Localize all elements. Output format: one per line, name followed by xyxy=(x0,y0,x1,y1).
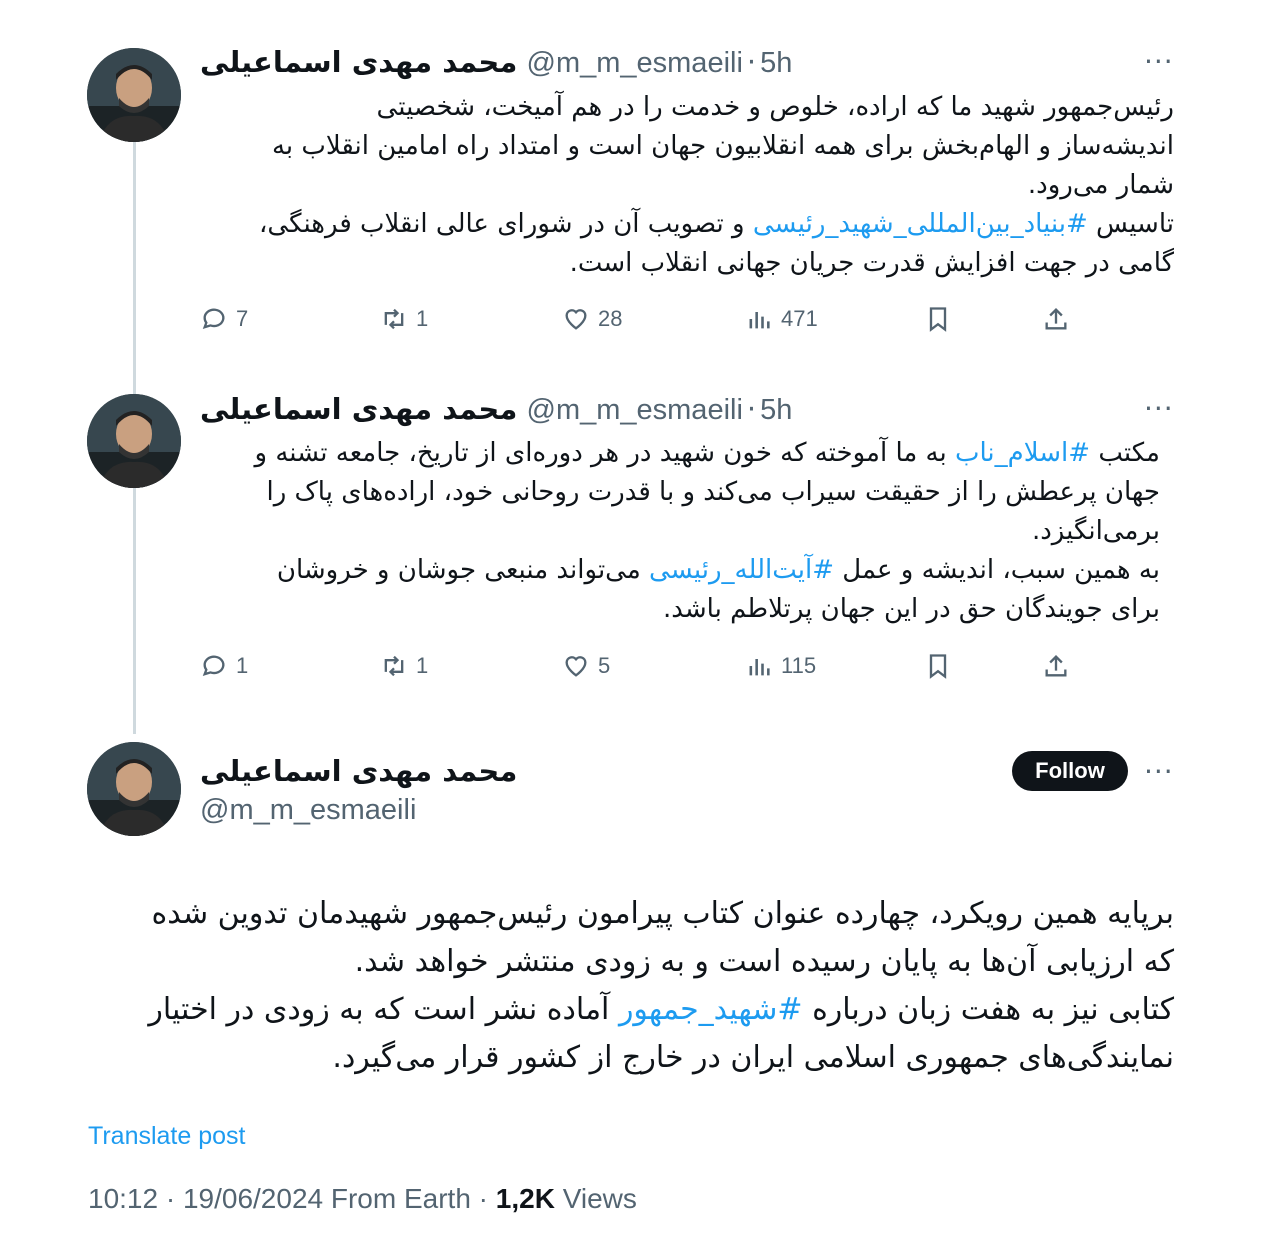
tweet-text: رئیس‌جمهور شهید ما که اراده، خلوص و خدمت… xyxy=(174,88,1174,283)
tweet-header: محمد مهدی اسماعیلی @m_m_esmaeili · 5h xyxy=(200,44,792,81)
like-icon xyxy=(565,656,587,677)
follow-button[interactable]: Follow xyxy=(1012,751,1128,791)
main-tweet-handle[interactable]: @m_m_esmaeili xyxy=(200,791,416,828)
like-count: 5 xyxy=(598,653,611,678)
reply-icon xyxy=(202,655,225,676)
views-count: 115 xyxy=(781,653,817,678)
avatar[interactable] xyxy=(87,742,181,836)
timestamp[interactable]: 10:12 · 19/06/2024 From Earth · xyxy=(88,1183,496,1214)
hashtag-link[interactable]: #شهید_جمهور xyxy=(619,992,803,1027)
main-tweet-name[interactable]: محمد مهدی اسماعیلی xyxy=(200,753,517,789)
more-icon[interactable]: ··· xyxy=(1144,395,1174,423)
tweet-text-part: مکتب xyxy=(1090,438,1160,468)
hashtag-link[interactable]: #بنیاد_بین‌المللی_شهید_رئیسی xyxy=(753,209,1088,239)
translate-post-link[interactable]: Translate post xyxy=(88,1122,245,1151)
views-button[interactable]: 471 xyxy=(745,305,818,333)
repost-icon xyxy=(384,308,404,330)
like-button[interactable]: 28 xyxy=(562,305,622,333)
share-icon xyxy=(1045,655,1067,677)
more-icon[interactable]: ··· xyxy=(1144,48,1174,76)
tweet-header: محمد مهدی اسماعیلی @m_m_esmaeili · 5h xyxy=(200,391,792,428)
views-button[interactable]: 115 xyxy=(745,652,816,680)
reply-count: 7 xyxy=(236,306,249,331)
views-total: 1,2K xyxy=(495,1183,555,1214)
reply-button[interactable]: 7 xyxy=(200,305,248,333)
like-button[interactable]: 5 xyxy=(562,652,610,680)
hashtag-link[interactable]: #آیت‌الله_رئیسی xyxy=(649,555,834,585)
repost-count: 1 xyxy=(416,306,429,331)
user-handle[interactable]: @m_m_esmaeili xyxy=(527,394,743,426)
repost-button[interactable]: 1 xyxy=(380,305,428,333)
hashtag-link[interactable]: #اسلام_ناب xyxy=(955,438,1090,468)
share-button[interactable] xyxy=(1042,652,1070,680)
like-icon xyxy=(565,309,587,330)
bookmark-icon xyxy=(929,654,947,679)
like-count: 28 xyxy=(598,306,623,331)
repost-icon xyxy=(384,655,404,677)
avatar[interactable] xyxy=(87,48,181,142)
views-icon xyxy=(749,659,770,676)
views-icon xyxy=(749,312,770,329)
share-button[interactable] xyxy=(1042,305,1070,333)
tweet-time[interactable]: 5h xyxy=(760,47,792,79)
user-handle[interactable]: @m_m_esmaeili xyxy=(200,794,416,826)
user-handle[interactable]: @m_m_esmaeili xyxy=(527,47,743,79)
separator-dot: · xyxy=(746,392,757,426)
tweet-time[interactable]: 5h xyxy=(760,394,792,426)
separator-dot: · xyxy=(746,45,757,79)
share-icon xyxy=(1045,308,1067,330)
views-label: Views xyxy=(554,1183,637,1214)
display-name[interactable]: محمد مهدی اسماعیلی xyxy=(200,754,517,788)
display-name[interactable]: محمد مهدی اسماعیلی xyxy=(200,45,517,79)
tweet-meta: 10:12 · 19/06/2024 From Earth · 1,2K Vie… xyxy=(88,1183,637,1215)
tweet-text: برپایه همین رویکرد، چهارده عنوان کتاب پی… xyxy=(84,890,1174,1082)
display-name[interactable]: محمد مهدی اسماعیلی xyxy=(200,392,517,426)
more-icon[interactable]: ··· xyxy=(1144,758,1174,786)
repost-count: 1 xyxy=(416,653,429,678)
bookmark-icon xyxy=(929,307,947,332)
tweet-actions: 7 1 28 471 xyxy=(200,305,1080,345)
reply-count: 1 xyxy=(236,653,249,678)
bookmark-button[interactable] xyxy=(924,652,952,680)
bookmark-button[interactable] xyxy=(924,305,952,333)
reply-icon xyxy=(202,308,225,329)
reply-button[interactable]: 1 xyxy=(200,652,248,680)
tweet-text: مکتب #اسلام_ناب به ما آموخته که خون شهید… xyxy=(160,434,1161,629)
repost-button[interactable]: 1 xyxy=(380,652,428,680)
views-count: 471 xyxy=(781,306,818,331)
tweet-actions: 1 1 5 115 xyxy=(200,652,1080,692)
